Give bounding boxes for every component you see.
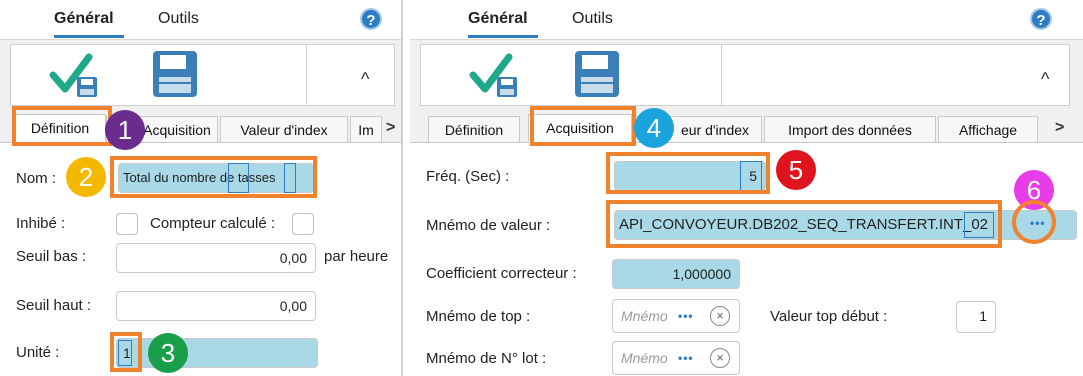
inhibe-checkbox[interactable] xyxy=(116,213,138,235)
save-icon[interactable] xyxy=(573,49,621,104)
mnemo-lot-label: Mnémo de N° lot : xyxy=(426,350,547,367)
mnemo-valeur-label: Mnémo de valeur : xyxy=(426,217,551,234)
valeur-top-debut-input[interactable]: 1 xyxy=(956,301,996,333)
validate-save-icon[interactable] xyxy=(469,49,521,104)
highlight-unite-field xyxy=(110,332,142,372)
unite-label: Unité : xyxy=(16,344,60,361)
ribbon-toolbar: ^ xyxy=(10,44,395,106)
help-icon[interactable]: ? xyxy=(1030,8,1052,30)
compteur-calcule-label: Compteur calculé : xyxy=(150,215,276,232)
highlight-nom-field xyxy=(110,156,317,198)
seuil-bas-input[interactable]: 0,00 xyxy=(116,243,316,273)
subtab-scroll-right-icon[interactable]: > xyxy=(1055,119,1064,137)
ribbon-separator xyxy=(306,45,307,105)
top-tab-bar: Général Outils ? xyxy=(410,0,1083,40)
subtab-scroll-right-icon[interactable]: > xyxy=(386,119,395,137)
seuil-haut-label: Seuil haut : xyxy=(16,297,92,314)
subtab-valeur-index[interactable]: Valeur d'index xyxy=(220,116,348,144)
highlight-browse-button xyxy=(1012,200,1056,244)
save-icon[interactable] xyxy=(151,49,199,104)
step-badge-3: 3 xyxy=(148,333,188,373)
tab-general[interactable]: Général xyxy=(54,10,114,28)
tab-outils[interactable]: Outils xyxy=(572,10,613,28)
seuil-haut-input[interactable]: 0,00 xyxy=(116,291,316,321)
help-icon[interactable]: ? xyxy=(360,8,382,30)
browse-mnemo-top-icon[interactable]: ••• xyxy=(678,309,694,323)
tab-general[interactable]: Général xyxy=(468,10,528,28)
subtab-import[interactable]: Im xyxy=(350,116,382,144)
subtab-import-donnees[interactable]: Import des données xyxy=(764,116,936,144)
step-badge-1: 1 xyxy=(105,110,145,150)
coefficient-label: Coefficient correcteur : xyxy=(426,265,577,282)
step-badge-4: 4 xyxy=(634,108,674,148)
left-panel: Général Outils ? ^ Définition Acquisitio xyxy=(0,0,403,376)
ribbon-toolbar: ^ xyxy=(420,44,1070,106)
highlight-mnemo-valeur-field xyxy=(606,200,1002,248)
step-badge-5: 5 xyxy=(776,150,816,190)
subtab-affichage[interactable]: Affichage xyxy=(938,116,1038,144)
collapse-ribbon-icon[interactable]: ^ xyxy=(361,69,369,90)
compteur-calcule-checkbox[interactable] xyxy=(292,213,314,235)
collapse-ribbon-icon[interactable]: ^ xyxy=(1041,69,1049,90)
coefficient-input[interactable]: 1,000000 xyxy=(612,259,740,289)
tab-outils[interactable]: Outils xyxy=(158,10,199,28)
mnemo-top-label: Mnémo de top : xyxy=(426,308,531,325)
valeur-top-debut-label: Valeur top début : xyxy=(770,308,888,325)
freq-label: Fréq. (Sec) : xyxy=(426,168,510,185)
top-tab-bar: Général Outils ? xyxy=(0,0,401,40)
highlight-acquisition-tab xyxy=(530,106,636,146)
par-heure-label: par heure xyxy=(324,248,389,265)
subtab-definition[interactable]: Définition xyxy=(428,116,520,144)
ribbon-separator xyxy=(721,45,722,105)
active-tab-underline xyxy=(54,35,124,38)
browse-mnemo-lot-icon[interactable]: ••• xyxy=(678,351,694,365)
nom-label: Nom : xyxy=(16,170,57,187)
clear-mnemo-lot-icon[interactable]: × xyxy=(710,348,730,368)
seuil-bas-label: Seuil bas : xyxy=(16,248,87,265)
inhibe-label: Inhibé : xyxy=(16,215,66,232)
validate-save-icon[interactable] xyxy=(49,49,101,104)
unite-input[interactable]: 1 xyxy=(116,338,318,368)
clear-mnemo-top-icon[interactable]: × xyxy=(710,306,730,326)
right-panel: Général Outils ? ^ Définition Acquisitio xyxy=(410,0,1083,376)
active-tab-underline xyxy=(468,35,538,38)
highlight-definition-tab xyxy=(12,106,112,146)
highlight-freq-field xyxy=(606,152,770,194)
step-badge-2: 2 xyxy=(66,157,106,197)
